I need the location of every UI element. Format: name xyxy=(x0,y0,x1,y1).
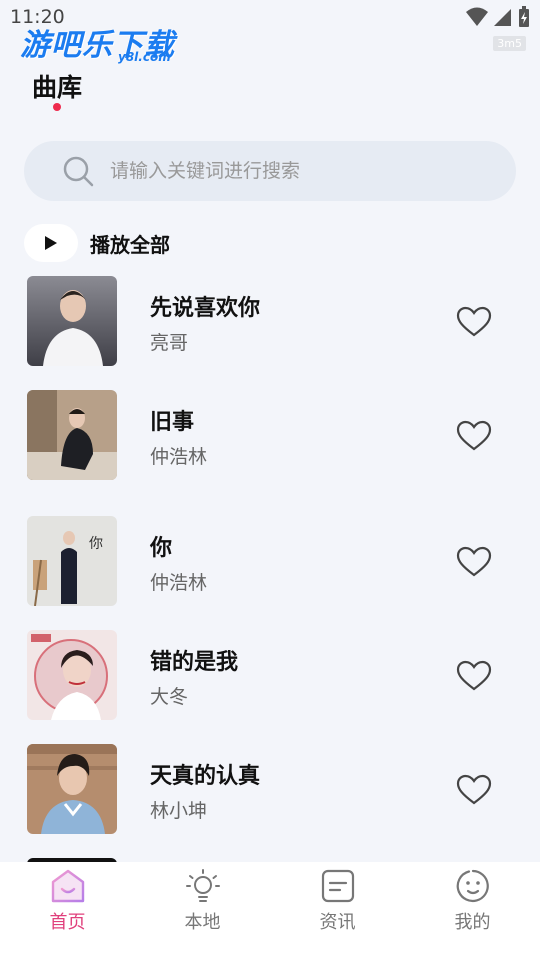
play-all-button[interactable] xyxy=(24,224,78,262)
tab-mine[interactable]: 我的 xyxy=(405,862,540,960)
song-title: 天真的认真 xyxy=(150,764,261,789)
song-title: 旧事 xyxy=(150,410,195,435)
signal-icon xyxy=(494,9,511,26)
song-item[interactable]: 你 你 仲浩林 xyxy=(0,516,540,608)
song-item[interactable]: 天真的认真 林小坤 xyxy=(0,744,540,836)
home-icon xyxy=(51,869,84,903)
tab-local[interactable]: 本地 xyxy=(135,862,270,960)
song-artist: 仲浩林 xyxy=(150,572,208,594)
song-cover xyxy=(27,630,117,720)
battery-icon xyxy=(519,6,529,27)
heart-icon[interactable] xyxy=(456,306,492,338)
heart-icon[interactable] xyxy=(456,420,492,452)
tab-label: 本地 xyxy=(184,912,221,933)
heart-icon[interactable] xyxy=(456,546,492,578)
svg-text:你: 你 xyxy=(89,536,103,552)
play-all-row[interactable]: 播放全部 xyxy=(24,224,170,262)
page-title: 曲库 xyxy=(32,73,83,102)
wifi-icon xyxy=(466,7,488,26)
tab-home[interactable]: 首页 xyxy=(0,862,135,960)
status-icons xyxy=(466,6,530,28)
search-icon xyxy=(63,156,94,187)
play-all-label: 播放全部 xyxy=(90,232,170,257)
song-cover xyxy=(27,276,117,366)
tab-label: 我的 xyxy=(454,912,491,933)
song-artist: 仲浩林 xyxy=(150,446,208,468)
tab-news[interactable]: 资讯 xyxy=(270,862,405,960)
song-title: 先说喜欢你 xyxy=(150,296,261,321)
bottom-tab-bar: 首页 本地 资讯 我的 xyxy=(0,862,540,960)
smiley-icon xyxy=(456,869,489,903)
news-icon xyxy=(321,869,354,903)
song-cover xyxy=(27,744,117,834)
search-input[interactable] xyxy=(110,160,490,182)
song-cover xyxy=(27,390,117,480)
title-indicator-dot xyxy=(53,103,61,111)
song-artist: 亮哥 xyxy=(150,332,189,354)
song-cover: 你 xyxy=(27,516,117,606)
tab-label: 首页 xyxy=(49,912,86,933)
tab-label: 资讯 xyxy=(319,912,356,933)
watermark-sub: y8l.com xyxy=(118,50,171,64)
song-item[interactable]: 错的是我 大冬 xyxy=(0,630,540,722)
song-item[interactable]: 旧事 仲浩林 xyxy=(0,390,540,482)
search-bar[interactable] xyxy=(24,141,516,201)
lightbulb-icon xyxy=(185,869,220,902)
song-item[interactable]: 先说喜欢你 亮哥 xyxy=(0,276,540,368)
song-artist: 林小坤 xyxy=(150,800,208,822)
play-icon xyxy=(45,236,57,250)
heart-icon[interactable] xyxy=(456,774,492,806)
status-badge: 3m5 xyxy=(493,36,526,51)
song-artist: 大冬 xyxy=(150,686,189,708)
heart-icon[interactable] xyxy=(456,660,492,692)
song-title: 错的是我 xyxy=(150,650,239,675)
watermark-logo: 游吧乐下载 y8l.com xyxy=(20,20,175,64)
song-title: 你 xyxy=(150,536,173,561)
